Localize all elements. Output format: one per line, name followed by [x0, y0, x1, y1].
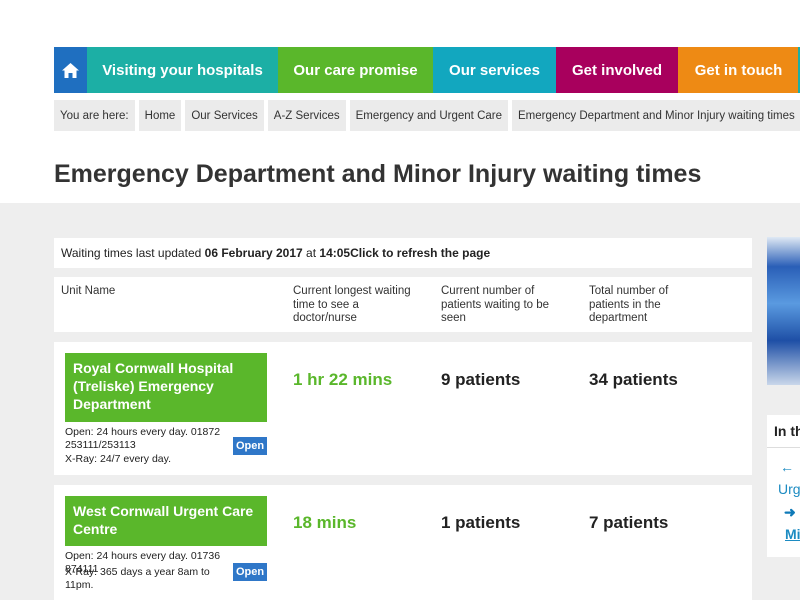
- unit-open-hours: Open: 24 hours every day. 01872 253111/2…: [65, 426, 221, 451]
- table-row: West Cornwall Urgent Care Centre Open: 2…: [54, 485, 752, 600]
- nav-visiting-your-hospitals[interactable]: Visiting your hospitals: [87, 47, 278, 93]
- main-nav: Visiting your hospitals Our care promise…: [54, 47, 799, 93]
- nav-get-in-touch[interactable]: Get in touch: [678, 47, 799, 93]
- patients-waiting: 1 patients: [441, 513, 521, 532]
- sidebar-image: [767, 237, 800, 385]
- breadcrumb-home[interactable]: Home: [138, 100, 182, 131]
- patients-total: 34 patients: [589, 370, 678, 389]
- sidebar-link-minor[interactable]: Mi: [785, 526, 800, 542]
- nav-home-button[interactable]: [54, 47, 87, 93]
- patients-total: 7 patients: [589, 513, 669, 532]
- nav-get-involved[interactable]: Get involved: [556, 47, 678, 93]
- page-title: Emergency Department and Minor Injury wa…: [54, 160, 702, 188]
- nav-our-care-promise[interactable]: Our care promise: [278, 47, 433, 93]
- table-row: Royal Cornwall Hospital (Treliske) Emerg…: [54, 342, 752, 475]
- home-icon: [62, 62, 79, 78]
- status-badge: Open: [233, 563, 267, 581]
- updated-prefix: Waiting times last updated: [61, 246, 202, 260]
- arrow-right-icon: ➜: [784, 504, 796, 520]
- status-badge: Open: [233, 437, 267, 455]
- updated-date: 06 February 2017: [204, 246, 303, 260]
- unit-name[interactable]: West Cornwall Urgent Care Centre: [65, 496, 267, 546]
- header-longest-wait: Current longest waiting time to see a do…: [293, 285, 411, 324]
- table-header: Unit Name Current longest waiting time t…: [54, 277, 752, 332]
- longest-wait-time: 18 mins: [293, 513, 357, 532]
- last-updated-bar: Waiting times last updated 06 February 2…: [54, 238, 752, 268]
- longest-wait-time: 1 hr 22 mins: [293, 370, 393, 389]
- header-total-patients: Total number of patients in the departme…: [589, 285, 669, 324]
- arrow-left-icon: ←: [780, 459, 794, 475]
- header-unit-name: Unit Name: [61, 285, 116, 297]
- unit-xray: X-Ray: 365 days a year 8am to 11pm.: [65, 566, 210, 591]
- updated-time: 14:05: [319, 246, 351, 260]
- patients-waiting: 9 patients: [441, 370, 521, 389]
- updated-at: at: [306, 246, 317, 260]
- breadcrumb: You are here: Home Our Services A-Z Serv…: [54, 100, 800, 131]
- breadcrumb-label: You are here:: [54, 100, 135, 131]
- breadcrumb-a-z-services[interactable]: A-Z Services: [267, 100, 346, 131]
- sidebar-heading: In th: [767, 415, 800, 448]
- unit-xray: X-Ray: 24/7 every day.: [65, 453, 172, 465]
- breadcrumb-emergency-urgent-care[interactable]: Emergency and Urgent Care: [349, 100, 509, 131]
- unit-name[interactable]: Royal Cornwall Hospital (Treliske) Emerg…: [65, 353, 267, 422]
- sidebar-box: In th ← Urg ➜ Mi: [767, 415, 800, 557]
- nav-our-services[interactable]: Our services: [433, 47, 556, 93]
- breadcrumb-current-page: Emergency Department and Minor Injury wa…: [512, 100, 800, 131]
- refresh-link[interactable]: Click to refresh the page: [350, 246, 490, 260]
- header-patients-waiting: Current number of patients waiting to be…: [441, 285, 550, 324]
- breadcrumb-our-services[interactable]: Our Services: [185, 100, 264, 131]
- sidebar-link-urgent[interactable]: Urg: [778, 481, 800, 497]
